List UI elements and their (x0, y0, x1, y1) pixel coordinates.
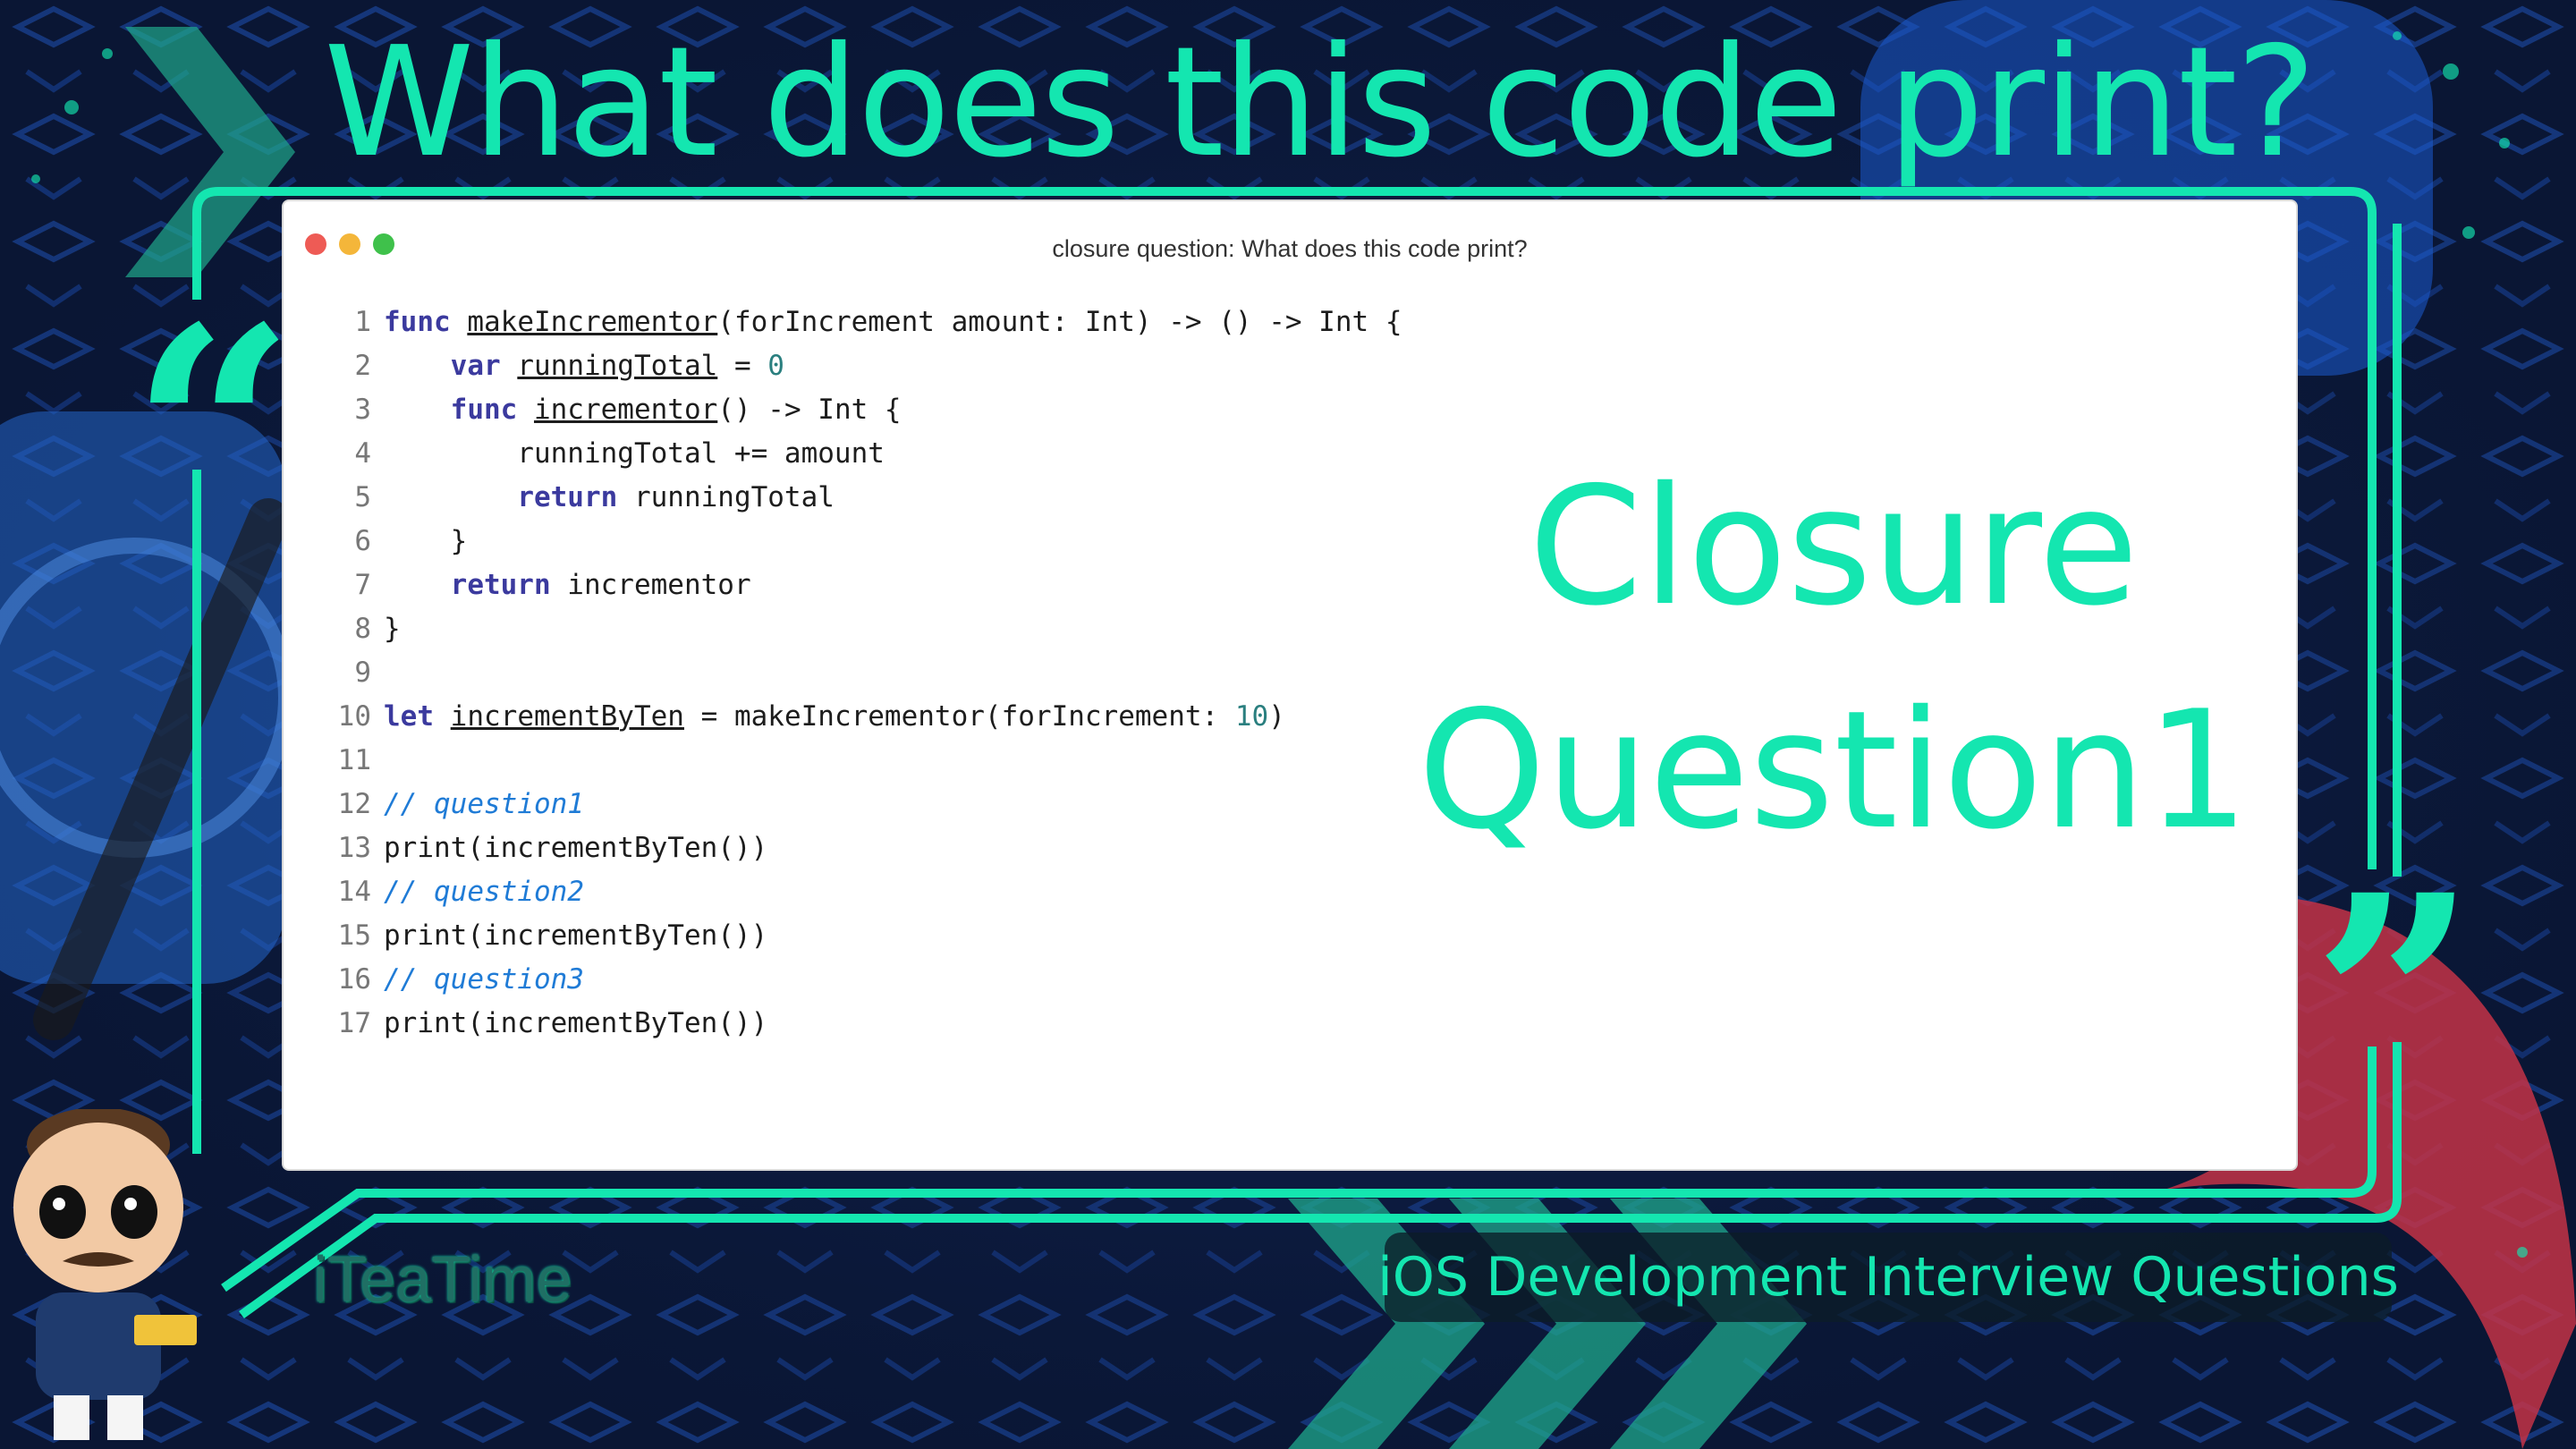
code-line: 5 return runningTotal (309, 475, 1402, 519)
code-text: } (384, 524, 468, 557)
code-token: = makeIncrementor(forIncrement: (683, 699, 1235, 733)
code-line: 15 print(incrementByTen()) (309, 913, 1402, 957)
code-line: 9 (309, 650, 1402, 694)
code-token: = (717, 349, 768, 382)
line-number: 13 (337, 831, 371, 864)
line-number: 8 (354, 612, 371, 645)
line-number: 15 (337, 919, 371, 952)
code-token: } (384, 524, 468, 557)
code-token: runningTotal (617, 480, 835, 513)
code-text: print(incrementByTen()) (384, 919, 767, 952)
code-token: makeIncrementor (467, 305, 718, 338)
code-token: } (384, 612, 401, 645)
code-text: func makeIncrementor(forIncrement amount… (384, 306, 1402, 338)
code-editor: 1 func makeIncrementor(forIncrement amoun… (309, 300, 1402, 1045)
code-line: 6 } (309, 519, 1402, 563)
brand-label: iTeaTime (313, 1244, 572, 1316)
code-line: 8} (309, 606, 1402, 650)
code-line: 3 func incrementor() -> Int { (309, 387, 1402, 431)
code-line: 14 // question2 (309, 869, 1402, 913)
badge-line-2: Question1 (1418, 675, 2250, 865)
code-text: return runningTotal (384, 481, 835, 513)
line-number: 5 (354, 480, 371, 513)
line-number: 14 (337, 875, 371, 908)
line-number: 4 (354, 436, 371, 470)
code-text: print(incrementByTen()) (384, 832, 767, 864)
line-number: 1 (354, 305, 371, 338)
code-line: 4 runningTotal += amount (309, 431, 1402, 475)
code-token: return (517, 480, 618, 513)
code-token: print(incrementByTen()) (384, 831, 768, 864)
headline: What does this code print? (324, 14, 2317, 191)
mascot-figure-icon (13, 1109, 197, 1440)
code-token: ) (1268, 699, 1285, 733)
code-token: let (384, 699, 434, 733)
code-token: incrementor (533, 393, 718, 426)
code-token: runningTotal (517, 349, 718, 382)
code-line: 2 var runningTotal = 0 (309, 343, 1402, 387)
code-token: return (450, 568, 551, 601)
code-text: let incrementByTen = makeIncrementor(for… (384, 700, 1285, 733)
line-number: 9 (354, 656, 371, 689)
code-token: func (450, 393, 518, 426)
code-text: // question1 (384, 788, 584, 820)
code-token: () -> Int { (717, 393, 902, 426)
line-number: 3 (354, 393, 371, 426)
code-text: func incrementor() -> Int { (384, 394, 902, 426)
close-quote-icon: ” (2312, 834, 2478, 1169)
code-token: var (450, 349, 501, 382)
code-token: // question3 (384, 962, 584, 996)
badge-line-1: Closure (1529, 452, 2139, 641)
code-text: runningTotal += amount (384, 437, 885, 470)
code-line: 13 print(incrementByTen()) (309, 826, 1402, 869)
code-token: (forIncrement amount: Int) -> () -> Int … (717, 305, 1402, 338)
code-token: 10 (1234, 699, 1269, 733)
code-line: 12 // question1 (309, 782, 1402, 826)
code-token: print(incrementByTen()) (384, 919, 768, 952)
subtitle-box: iOS Development Interview Questions (1377, 1233, 2399, 1322)
code-line: 17 print(incrementByTen()) (309, 1001, 1402, 1045)
code-line: 11 (309, 738, 1402, 782)
code-token: // question2 (384, 875, 584, 908)
code-token: incrementByTen (450, 699, 684, 733)
code-text: } (384, 613, 401, 645)
code-line: 10 let incrementByTen = makeIncrementor(f… (309, 694, 1402, 738)
line-number: 2 (354, 349, 371, 382)
code-token: // question1 (384, 787, 584, 820)
line-number: 16 (337, 962, 371, 996)
code-token: incrementor (550, 568, 751, 601)
line-number: 10 (337, 699, 371, 733)
open-quote-icon: “ (131, 266, 296, 601)
code-token: runningTotal += amount (384, 436, 885, 470)
code-text: // question2 (384, 876, 584, 908)
code-token: 0 (767, 349, 784, 382)
code-line: 16 // question3 (309, 957, 1402, 1001)
code-text: print(incrementByTen()) (384, 1007, 767, 1039)
title-badge: Closure Question1 (1394, 413, 2274, 891)
line-number: 7 (354, 568, 371, 601)
code-line: 7 return incrementor (309, 563, 1402, 606)
code-text: // question3 (384, 963, 584, 996)
line-number: 11 (337, 743, 371, 776)
line-number: 12 (337, 787, 371, 820)
code-text: return incrementor (384, 569, 751, 601)
code-line: 1 func makeIncrementor(forIncrement amoun… (309, 300, 1402, 343)
window-title: closure question: What does this code pr… (1052, 235, 1528, 262)
line-number: 17 (337, 1006, 371, 1039)
code-token: print(incrementByTen()) (384, 1006, 768, 1039)
subtitle-text: iOS Development Interview Questions (1377, 1246, 2399, 1309)
code-text: var runningTotal = 0 (384, 350, 784, 382)
line-number: 6 (354, 524, 371, 557)
code-token: func (384, 305, 451, 338)
